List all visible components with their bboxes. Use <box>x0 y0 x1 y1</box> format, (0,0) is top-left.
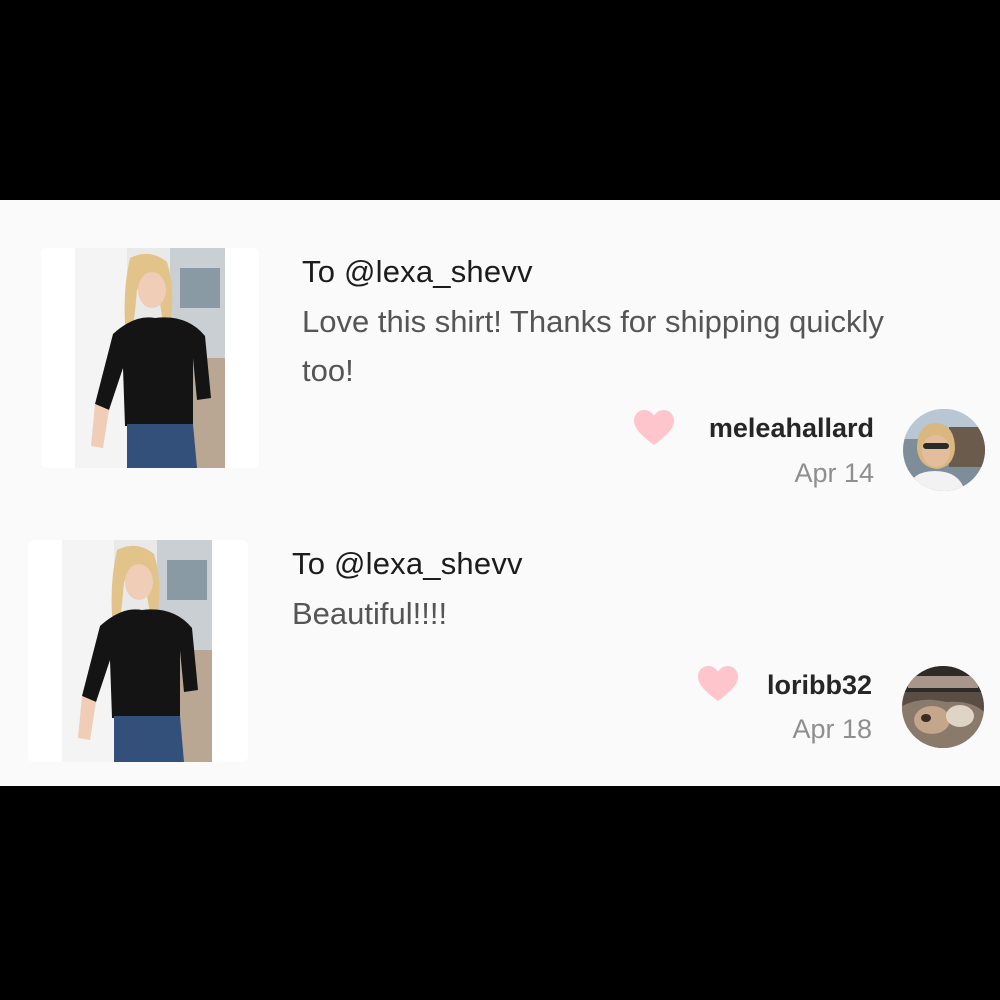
reviewer-avatar[interactable] <box>902 666 984 748</box>
product-photo <box>62 540 212 762</box>
review-item: To @lexa_shevv Beautiful!!!! loribb32 Ap… <box>0 500 1000 786</box>
review-date: Apr 14 <box>794 458 874 488</box>
product-thumbnail[interactable] <box>41 248 259 468</box>
reviewer-username[interactable]: meleahallard <box>709 413 874 444</box>
review-comment: Beautiful!!!! <box>292 596 448 631</box>
recipient-line: To @lexa_shevv <box>302 254 533 289</box>
reviewer-avatar[interactable] <box>903 409 985 491</box>
product-photo <box>75 248 225 468</box>
reviewer-username[interactable]: loribb32 <box>767 670 872 701</box>
review-date: Apr 18 <box>792 714 872 744</box>
review-comment: Love this shirt! Thanks for shipping qui… <box>302 304 884 388</box>
product-thumbnail[interactable] <box>28 540 248 762</box>
reviews-panel: To @lexa_shevv Love this shirt! Thanks f… <box>0 200 1000 786</box>
recipient-line: To @lexa_shevv <box>292 546 523 581</box>
heart-icon[interactable] <box>698 666 738 702</box>
heart-icon[interactable] <box>634 410 674 446</box>
review-item: To @lexa_shevv Love this shirt! Thanks f… <box>0 200 1000 500</box>
